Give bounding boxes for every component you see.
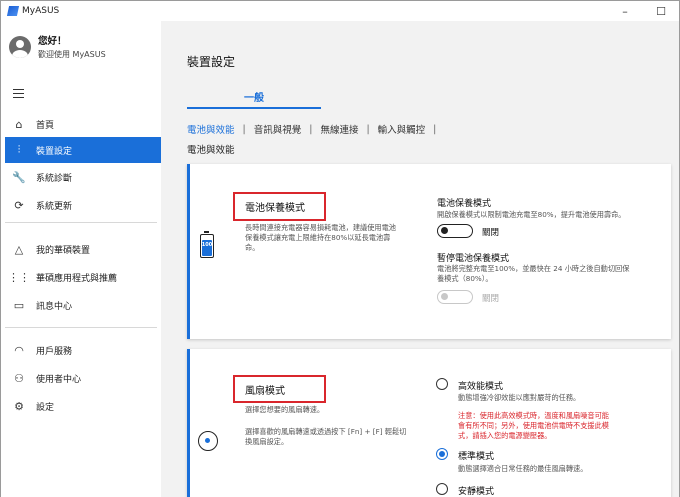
subtab-separator: | <box>366 123 370 135</box>
sidebar-item-messages[interactable]: ▭ 訊息中心 <box>5 292 162 318</box>
tab-underline <box>187 107 321 109</box>
page-title: 裝置設定 <box>187 55 236 69</box>
title-bar: MyASUS – ☐ <box>1 1 679 21</box>
sidebar-item-settings[interactable]: ⚙ 設定 <box>5 393 162 419</box>
sidebar-item-label: 系統更新 <box>36 201 73 212</box>
welcome-text: 歡迎使用 MyASUS <box>38 50 106 59</box>
fan-mode-hotkey-description: 選擇喜歡的風扇轉速或透過按下 [Fn] + [F] 輕鬆切 換風扇設定。 <box>245 427 407 446</box>
performance-mode-label: 高效能模式 <box>458 382 504 392</box>
subtab-separator: | <box>309 123 313 135</box>
subtab-wireless[interactable]: 無線連接 <box>320 122 358 136</box>
subtab-battery-performance[interactable]: 電池與效能 <box>187 122 235 136</box>
user-icon: ⚇ <box>14 371 24 385</box>
standard-mode-description: 動態選擇適合日常任務的最佳風扇轉速。 <box>458 464 588 473</box>
headset-icon: ◠ <box>14 343 24 357</box>
sidebar-item-home[interactable]: ⌂ 首頁 <box>5 111 162 137</box>
sidebar-item-label: 使用者中心 <box>36 374 82 385</box>
divider <box>5 222 157 223</box>
hamburger-menu-icon[interactable] <box>13 89 24 101</box>
main-content: 裝置設定 一般 電池與效能 | 音訊與視覺 | 無線連接 | 輸入與觸控 | 電… <box>161 21 679 497</box>
sidebar-item-my-devices[interactable]: △ 我的華碩裝置 <box>5 236 162 262</box>
window-controls: – ☐ <box>607 1 679 21</box>
sidebar: 您好！ 歡迎使用 MyASUS ⌂ 首頁 ⫶ 裝置設定 🔧 系統診斷 ⟳ 系統更… <box>1 21 162 497</box>
pause-battery-care-description: 電池將完整充電至100%，並最快在 24 小時之後自動切回保 養模式（80%）。 <box>437 264 630 283</box>
sidebar-item-apps[interactable]: ⋮⋮ 華碩應用程式與推薦 <box>5 264 162 290</box>
fan-icon <box>198 431 218 451</box>
fan-mode-card: 風扇模式 選擇您想要的風扇轉速。 選擇喜歡的風扇轉速或透過按下 [Fn] + [… <box>187 349 671 497</box>
subtab-separator: | <box>242 123 246 135</box>
sliders-icon: ⫶ <box>17 143 21 156</box>
subtab-bar: 電池與效能 | 音訊與視覺 | 無線連接 | 輸入與觸控 | <box>187 122 444 137</box>
quiet-mode-label: 安靜模式 <box>458 487 495 497</box>
battery-care-toggle[interactable] <box>437 224 473 238</box>
battery-care-mode-description: 開啟保養模式以限制電池充電至80%，提升電池使用壽命。 <box>437 210 626 219</box>
pause-battery-care-toggle-label: 關閉 <box>482 294 500 304</box>
avatar[interactable] <box>9 35 31 58</box>
sidebar-item-label: 用戶服務 <box>36 346 73 357</box>
standard-mode-radio[interactable] <box>436 448 448 460</box>
subtab-input-touch[interactable]: 輸入與觸控 <box>378 122 426 136</box>
battery-care-title: 電池保養模式 <box>233 192 326 221</box>
maximize-button[interactable]: ☐ <box>643 1 679 21</box>
divider <box>5 327 157 328</box>
performance-mode-radio[interactable] <box>436 378 448 390</box>
profile[interactable]: 您好！ 歡迎使用 MyASUS <box>9 33 106 60</box>
pause-battery-care-toggle[interactable] <box>437 290 473 304</box>
subtab-separator: | <box>433 123 437 135</box>
performance-mode-description: 動態增強冷卻效能以應對嚴苛的任務。 <box>458 393 581 402</box>
minimize-button[interactable]: – <box>607 1 643 21</box>
asus-logo-icon <box>6 6 20 16</box>
sidebar-item-label: 裝置設定 <box>36 146 73 157</box>
standard-mode-label: 標準模式 <box>458 452 495 462</box>
battery-icon: 100 <box>200 231 214 258</box>
quiet-mode-radio[interactable] <box>436 483 448 495</box>
apps-grid-icon: ⋮⋮ <box>8 270 30 284</box>
battery-level-text: 100 <box>201 242 213 248</box>
greeting: 您好！ <box>38 36 67 47</box>
app-title: MyASUS <box>22 6 60 16</box>
sidebar-item-device-settings[interactable]: ⫶ 裝置設定 <box>5 137 162 163</box>
update-icon: ⟳ <box>14 198 24 212</box>
sidebar-item-system-update[interactable]: ⟳ 系統更新 <box>5 192 162 218</box>
sidebar-item-label: 訊息中心 <box>36 301 73 312</box>
fan-mode-title: 風扇模式 <box>233 375 326 403</box>
gear-icon: ⚙ <box>14 399 24 413</box>
battery-care-description: 長時間連接充電器容易損耗電池，建議使用電池 保養模式讓充電上限維持在80%以延長… <box>245 223 396 252</box>
sidebar-item-diagnostics[interactable]: 🔧 系統診斷 <box>5 164 162 190</box>
fan-mode-description: 選擇您想要的風扇轉速。 <box>245 405 325 414</box>
battery-care-toggle-label: 關閉 <box>482 228 500 238</box>
subtab-audio-visual[interactable]: 音訊與視覺 <box>254 122 302 136</box>
sidebar-item-label: 我的華碩裝置 <box>36 245 91 256</box>
sidebar-item-label: 設定 <box>36 402 55 413</box>
sidebar-item-user-center[interactable]: ⚇ 使用者中心 <box>5 365 162 391</box>
sidebar-item-label: 華碩應用程式與推薦 <box>36 273 118 284</box>
section-title: 電池與效能 <box>187 145 235 156</box>
tab-general[interactable]: 一般 <box>187 89 321 104</box>
sidebar-item-label: 首頁 <box>36 120 55 131</box>
message-icon: ▭ <box>13 298 25 312</box>
performance-mode-warning: 注意：使用此高效模式時，溫度和風扇噪音可能 會有所不同；另外，使用電池供電時不支… <box>458 411 609 440</box>
home-icon: ⌂ <box>15 117 23 131</box>
pause-battery-care-title: 暫停電池保養模式 <box>437 254 510 264</box>
battery-care-card: 100 電池保養模式 長時間連接充電器容易損耗電池，建議使用電池 保養模式讓充電… <box>187 164 671 339</box>
triangle-icon: △ <box>14 242 24 256</box>
sidebar-item-label: 系統診斷 <box>36 173 73 184</box>
sidebar-item-customer-service[interactable]: ◠ 用戶服務 <box>5 337 162 363</box>
battery-care-mode-title: 電池保養模式 <box>437 199 492 209</box>
wrench-icon: 🔧 <box>12 170 26 184</box>
